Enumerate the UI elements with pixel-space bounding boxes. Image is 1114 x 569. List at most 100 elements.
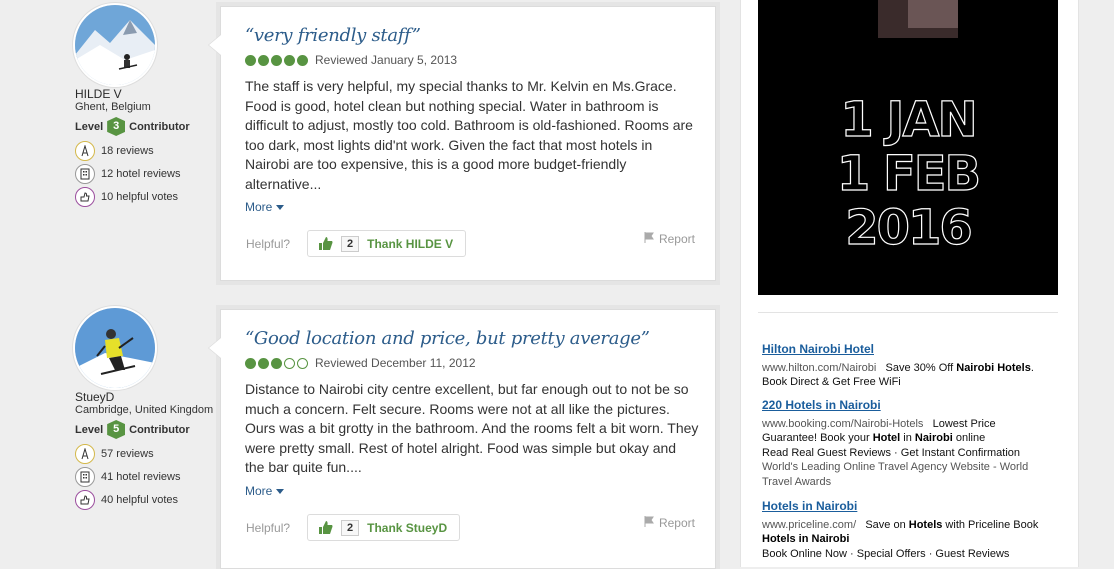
promo-date-line: 1 JAN [840, 91, 978, 148]
contributor-level: Level 3 Contributor [75, 117, 190, 136]
more-link[interactable]: More [245, 484, 285, 498]
ad-url[interactable]: www.hilton.com/Nairobi [762, 362, 876, 374]
ad-keyword: Hotel [872, 432, 901, 444]
pencil-icon [75, 444, 95, 464]
bubble-rating: Reviewed January 5, 2013 [245, 53, 457, 67]
reviewer-location: Ghent, Belgium [75, 101, 151, 113]
rating-bubble [245, 54, 256, 66]
sponsored-ad: Hilton Nairobi Hotel www.hilton.com/Nair… [762, 342, 1052, 390]
report-link[interactable]: Report [644, 232, 695, 246]
helpful-votes-text: 40 helpful votes [101, 494, 179, 506]
thank-button[interactable]: 2 Thank HILDE V [307, 230, 467, 257]
promo-banner[interactable]: 1 JAN 1 FEB 2016 [758, 0, 1058, 295]
flag-icon [644, 232, 655, 246]
rating-bubble [271, 54, 282, 66]
ad-url[interactable]: www.booking.com/Nairobi-Hotels [762, 418, 923, 430]
review-text: The staff is very helpful, my special th… [245, 78, 693, 192]
ad-text-part: Save on [865, 518, 909, 531]
ad-keyword: Hotels in Nairobi [762, 533, 850, 545]
helpful-votes-text: 10 helpful votes [101, 191, 179, 203]
hotel-review-count-text: 12 hotel reviews [101, 168, 181, 180]
ad-title-link[interactable]: 220 Hotels in Nairobi [762, 398, 1052, 413]
ad-text-part: online [952, 432, 986, 444]
ad-title-link[interactable]: Hilton Nairobi Hotel [762, 342, 1052, 357]
reviewer-name[interactable]: HILDE V [75, 87, 122, 101]
review-card: “very friendly staff” Reviewed January 5… [220, 6, 716, 281]
rating-bubble [258, 357, 269, 369]
report-label: Report [658, 232, 695, 246]
level-badge: 5 [107, 420, 126, 439]
helpful-votes: 40 helpful votes [75, 490, 178, 510]
thumbs-up-icon [318, 236, 333, 251]
thank-button[interactable]: 2 Thank StueyD [307, 514, 461, 541]
ad-keyword: Nairobi [914, 432, 953, 444]
flag-icon [644, 516, 655, 530]
ad-tagline: World's Leading Online Travel Agency Web… [762, 461, 1029, 488]
reviewer-location: Cambridge, United Kingdom [75, 404, 214, 416]
thank-count: 2 [341, 519, 360, 536]
reviewer-name[interactable]: StueyD [75, 390, 114, 404]
rating-bubble [284, 54, 295, 66]
ad-text-part: with Priceline Book [942, 518, 1039, 531]
helpful-label: Helpful? [246, 237, 291, 251]
ad-url[interactable]: www.priceline.com/ [762, 519, 856, 531]
more-label: More [245, 200, 273, 214]
ad-text-part: Save 30% Off [885, 361, 957, 374]
rating-bubble [284, 357, 295, 369]
ad-text-part: in [900, 432, 915, 444]
more-link[interactable]: More [245, 200, 285, 214]
sponsored-ad: Hotels in Nairobi www.priceline.com/ Sav… [762, 499, 1052, 561]
review-title[interactable]: “Good location and price, but pretty ave… [245, 328, 650, 349]
thumbs-up-icon [75, 187, 95, 207]
sponsored-ad: 220 Hotels in Nairobi www.booking.com/Na… [762, 398, 1052, 489]
banner-image-strip [908, 0, 958, 28]
promo-date-line: 1 FEB [836, 145, 981, 202]
thank-label: Thank HILDE V [367, 236, 454, 251]
pencil-icon [75, 141, 95, 161]
rating-bubble [297, 357, 308, 369]
avatar[interactable] [75, 308, 155, 388]
promo-year: 2016 [845, 199, 974, 256]
level-suffix: Contributor [129, 120, 190, 133]
ad-title-link[interactable]: Hotels in Nairobi [762, 499, 1052, 514]
hotel-icon [75, 467, 95, 487]
caret-down-icon [276, 488, 285, 494]
rating-bubble [258, 54, 269, 66]
thumbs-up-icon [75, 490, 95, 510]
rating-bubble [297, 54, 308, 66]
thank-label: Thank StueyD [367, 520, 448, 535]
level-badge: 3 [107, 117, 126, 136]
ad-sitelinks[interactable]: Read Real Guest Reviews · Get Instant Co… [762, 447, 1020, 459]
level-suffix: Contributor [129, 423, 190, 436]
hotel-review-count: 41 hotel reviews [75, 467, 181, 487]
review-count-text: 18 reviews [101, 145, 154, 157]
rating-bubble [245, 357, 256, 369]
review-date: Reviewed January 5, 2013 [315, 53, 458, 67]
thumbs-up-icon [318, 520, 333, 535]
level-label: Level [75, 120, 104, 133]
review-card: “Good location and price, but pretty ave… [220, 309, 716, 569]
bubble-rating: Reviewed December 11, 2012 [245, 356, 476, 370]
helpful-votes: 10 helpful votes [75, 187, 178, 207]
report-label: Report [658, 516, 695, 530]
report-link[interactable]: Report [644, 516, 695, 530]
hotel-review-count-text: 41 hotel reviews [101, 471, 181, 483]
review-text: Distance to Nairobi city centre excellen… [245, 381, 699, 475]
review-count-text: 57 reviews [101, 448, 154, 460]
thank-count: 2 [341, 235, 360, 252]
hotel-review-count: 12 hotel reviews [75, 164, 181, 184]
ad-sitelinks[interactable]: Book Online Now · Special Offers · Guest… [762, 548, 1009, 560]
contributor-level: Level 5 Contributor [75, 420, 190, 439]
review-count: 18 reviews [75, 141, 154, 161]
review-count: 57 reviews [75, 444, 154, 464]
hotel-icon [75, 164, 95, 184]
review-date: Reviewed December 11, 2012 [315, 356, 476, 370]
review-title[interactable]: “very friendly staff” [245, 25, 421, 46]
ad-keyword: Hotels [908, 518, 943, 531]
helpful-label: Helpful? [246, 521, 291, 535]
caret-down-icon [276, 204, 285, 210]
more-label: More [245, 484, 273, 498]
divider [758, 312, 1058, 313]
rating-bubble [271, 357, 282, 369]
avatar[interactable] [75, 5, 155, 85]
